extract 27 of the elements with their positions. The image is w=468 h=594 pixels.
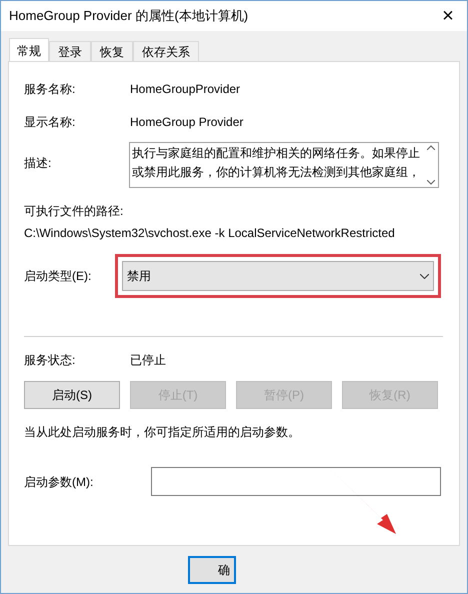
hint-text: 当从此处启动服务时，你可指定所适用的启动参数。 [24,424,301,441]
window-title: HomeGroup Provider 的属性(本地计算机) [9,7,248,26]
description-text: 执行与家庭组的配置和维护相关的网络任务。如果停止或禁用此服务，你的计算机将无法检测到其他家庭组， [131,145,421,181]
service-name-value: HomeGroupProvider [130,80,240,98]
scroll-up-icon[interactable] [427,145,435,150]
service-status-value: 已停止 [130,352,166,369]
tab[interactable]: 依存关系 [133,41,199,61]
path-label: 可执行文件的路径: [24,203,124,220]
service-status-label: 服务状态: [24,352,76,369]
startup-type-dropdown[interactable]: 禁用 [122,261,434,291]
display-name-label: 显示名称: [24,114,76,130]
tab[interactable]: 恢复 [91,41,133,61]
start-parameters-label: 启动参数(M): [24,474,94,490]
path-value: C:\Windows\System32\svchost.exe -k LocalServiceNetworkRestricted [24,225,396,242]
startup-type-label: 启动类型(E): [24,268,92,285]
tab[interactable]: 常规 [9,38,49,62]
service-name-label: 服务名称: [24,80,76,98]
close-button[interactable]: × [433,2,463,30]
scroll-down-icon[interactable] [427,180,435,185]
service-button[interactable]: 启动(S) [24,381,120,409]
start-parameters-field[interactable] [151,467,441,496]
description-label: 描述: [24,155,52,172]
description-box[interactable]: 执行与家庭组的配置和维护相关的网络任务。如果停止或禁用此服务，你的计算机将无法检测到其他家庭组， [129,142,439,188]
display-name-value: HomeGroup Provider [130,114,244,130]
chevron-down-icon [420,274,429,278]
tab[interactable]: 登录 [49,41,91,61]
ok-button[interactable]: 确 [188,556,236,584]
